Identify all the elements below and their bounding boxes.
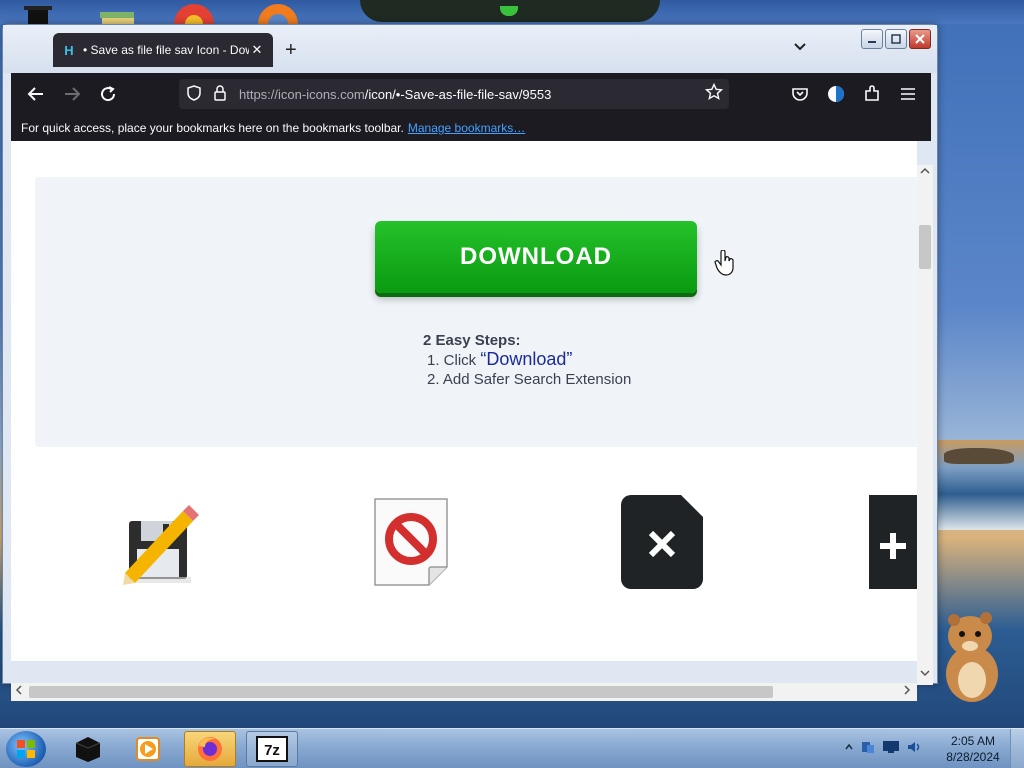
window-controls bbox=[861, 29, 931, 49]
back-arrow-icon[interactable] bbox=[25, 83, 47, 105]
tray-monitor-icon[interactable] bbox=[882, 739, 900, 755]
manage-bookmarks-link[interactable]: Manage bookmarks… bbox=[408, 121, 525, 135]
title-bar: H • Save as file file sav Icon - Dow ✕ + bbox=[3, 25, 937, 73]
tracking-shield-icon[interactable] bbox=[179, 84, 209, 104]
extensions-puzzle-icon[interactable] bbox=[861, 83, 883, 105]
url-bar[interactable]: https://icon-icons.com/icon/•-Save-as-fi… bbox=[179, 79, 729, 109]
monitor-notch bbox=[360, 0, 660, 22]
step-1-download-word: “Download” bbox=[480, 349, 573, 369]
padlock-icon[interactable] bbox=[209, 84, 231, 104]
floppy-pencil-icon[interactable] bbox=[121, 497, 203, 587]
taskbar-media-player-icon[interactable] bbox=[122, 731, 174, 767]
desktop-wallpaper-rock bbox=[944, 448, 1014, 464]
bookmark-star-icon[interactable] bbox=[699, 82, 729, 106]
steps-heading: 2 Easy Steps: bbox=[423, 332, 521, 349]
bookmarks-message: For quick access, place your bookmarks h… bbox=[21, 121, 404, 135]
vertical-scrollbar[interactable] bbox=[917, 165, 933, 685]
tab-title: • Save as file file sav Icon - Dow bbox=[83, 43, 249, 57]
new-tab-button[interactable]: + bbox=[285, 39, 297, 62]
tab-active[interactable]: H • Save as file file sav Icon - Dow ✕ bbox=[53, 33, 273, 67]
tray-volume-icon[interactable] bbox=[906, 739, 922, 755]
download-button[interactable]: DOWNLOAD bbox=[375, 221, 697, 293]
desktop-books-icon[interactable] bbox=[96, 2, 140, 24]
clock-time: 2:05 AM bbox=[950, 734, 996, 748]
url-host: https://icon-icons.com bbox=[239, 86, 365, 102]
taskbar-7zip-icon[interactable]: 7z bbox=[246, 731, 298, 767]
plus-file-icon[interactable] bbox=[869, 493, 917, 591]
desktop-hat-icon[interactable] bbox=[16, 2, 60, 24]
svg-text:7z: 7z bbox=[264, 742, 280, 759]
url-text[interactable]: https://icon-icons.com/icon/•-Save-as-fi… bbox=[231, 87, 699, 102]
scroll-up-arrow-icon[interactable] bbox=[917, 167, 933, 178]
clock-date: 8/28/2024 bbox=[946, 750, 1000, 764]
browser-window: H • Save as file file sav Icon - Dow ✕ + bbox=[2, 24, 938, 701]
navigation-toolbar: https://icon-icons.com/icon/•-Save-as-fi… bbox=[11, 73, 931, 115]
step-1: 1. Click “Download” bbox=[423, 350, 743, 370]
minimize-button[interactable] bbox=[861, 29, 883, 49]
download-promo-panel: DOWNLOAD 2 Easy Steps: 1. Click “Downloa… bbox=[35, 177, 917, 447]
scroll-left-arrow-icon[interactable] bbox=[15, 685, 23, 698]
url-path: /icon/•-Save-as-file-file-sav/9553 bbox=[364, 86, 552, 102]
hamster-desktop-pet-icon[interactable] bbox=[936, 604, 1008, 704]
close-file-icon[interactable] bbox=[619, 493, 705, 591]
tab-close-icon[interactable]: ✕ bbox=[249, 42, 265, 58]
start-button-windows-icon[interactable] bbox=[6, 731, 46, 767]
monitor-led bbox=[500, 6, 518, 16]
hamburger-menu-icon[interactable] bbox=[897, 83, 919, 105]
taskbar-clock[interactable]: 2:05 AM 8/28/2024 bbox=[942, 733, 1004, 765]
horizontal-scrollbar[interactable] bbox=[11, 683, 917, 701]
vertical-scroll-thumb[interactable] bbox=[919, 225, 931, 269]
step-2: 2. Add Safer Search Extension bbox=[427, 371, 632, 388]
list-tabs-chevron-icon[interactable] bbox=[793, 39, 807, 55]
horizontal-scroll-thumb[interactable] bbox=[29, 686, 773, 698]
tray-network-icon[interactable] bbox=[860, 739, 876, 755]
scroll-right-arrow-icon[interactable] bbox=[903, 685, 911, 698]
step-1-prefix: 1. Click bbox=[427, 352, 481, 369]
pocket-icon[interactable] bbox=[789, 83, 811, 105]
no-entry-file-icon[interactable] bbox=[373, 497, 451, 589]
show-desktop-button[interactable] bbox=[1010, 729, 1024, 768]
maximize-button[interactable] bbox=[885, 29, 907, 49]
page-viewport: DOWNLOAD 2 Easy Steps: 1. Click “Downloa… bbox=[11, 141, 917, 661]
taskbar-firefox-icon[interactable] bbox=[184, 731, 236, 767]
site-favicon-icon: H bbox=[64, 42, 74, 58]
close-window-button[interactable] bbox=[909, 29, 931, 49]
tray-expand-icon[interactable] bbox=[844, 742, 854, 752]
desktop-firefox-icon[interactable] bbox=[256, 2, 300, 24]
system-tray bbox=[844, 739, 922, 755]
taskbar-black-box-icon[interactable] bbox=[62, 731, 114, 767]
reload-icon[interactable] bbox=[97, 83, 119, 105]
hand-cursor-icon bbox=[714, 250, 734, 276]
related-icons-row bbox=[11, 493, 917, 603]
dark-reader-icon[interactable] bbox=[825, 83, 847, 105]
forward-arrow-icon[interactable] bbox=[61, 83, 83, 105]
bookmarks-toolbar: For quick access, place your bookmarks h… bbox=[11, 115, 931, 141]
scroll-down-arrow-icon[interactable] bbox=[917, 669, 933, 680]
taskbar: 7z 2:05 AM 8/28/2024 bbox=[0, 728, 1024, 768]
desktop-chrome-icon[interactable] bbox=[172, 2, 216, 24]
easy-steps: 2 Easy Steps: 1. Click “Download” 2. Add… bbox=[423, 331, 743, 389]
